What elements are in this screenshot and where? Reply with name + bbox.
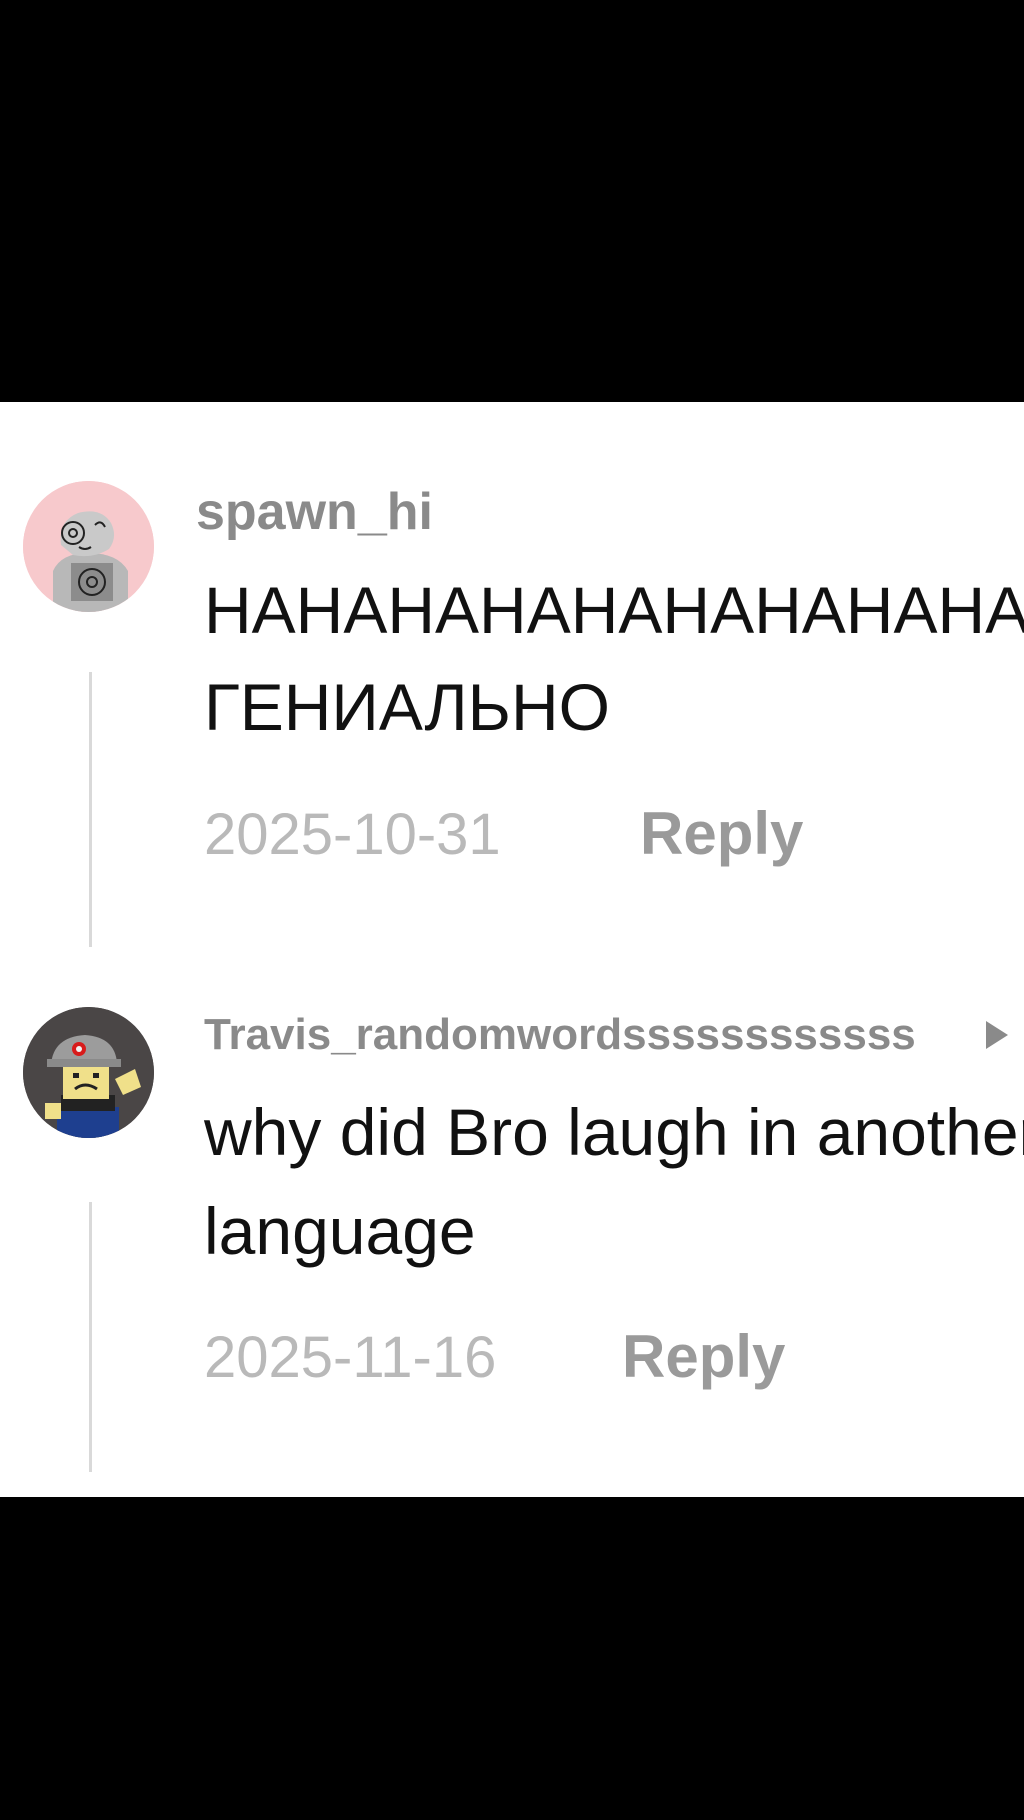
- comments-panel: spawn_hi НАНАНАНАНАНАНАНАНАНАНАНАН ГЕНИА…: [0, 402, 1024, 1497]
- thread-line: [89, 1202, 92, 1472]
- comment-username[interactable]: spawn_hi: [196, 482, 433, 542]
- thread-line: [89, 672, 92, 947]
- comment-item: spawn_hi НАНАНАНАНАНАНАНАНАНАНАНАН ГЕНИА…: [0, 402, 1024, 947]
- avatar-image: [23, 1007, 154, 1138]
- comment-text-line-2: ГЕНИАЛЬНО: [204, 670, 610, 744]
- avatar-image: [23, 481, 154, 612]
- comment-text-line-2: language: [204, 1194, 476, 1268]
- reply-button[interactable]: Reply: [640, 798, 803, 870]
- top-letterbox: [0, 0, 1024, 402]
- avatar[interactable]: [23, 1007, 154, 1138]
- comment-username[interactable]: Travis_randomwordssssssssssss: [204, 1007, 916, 1063]
- comment-text-line-1: why did Bro laugh in another: [204, 1095, 1024, 1169]
- comment-date: 2025-11-16: [204, 1325, 497, 1390]
- comment-item: Travis_randomwordssssssssssss why did Br…: [0, 947, 1024, 1497]
- reply-button[interactable]: Reply: [622, 1321, 785, 1393]
- comment-date: 2025-10-31: [204, 802, 501, 867]
- comment-text-line-1: НАНАНАНАНАНАНАНАНАНАНАНАН: [204, 573, 1024, 647]
- play-icon: [986, 1021, 1008, 1049]
- bottom-letterbox: [0, 1497, 1024, 1820]
- avatar[interactable]: [23, 481, 154, 612]
